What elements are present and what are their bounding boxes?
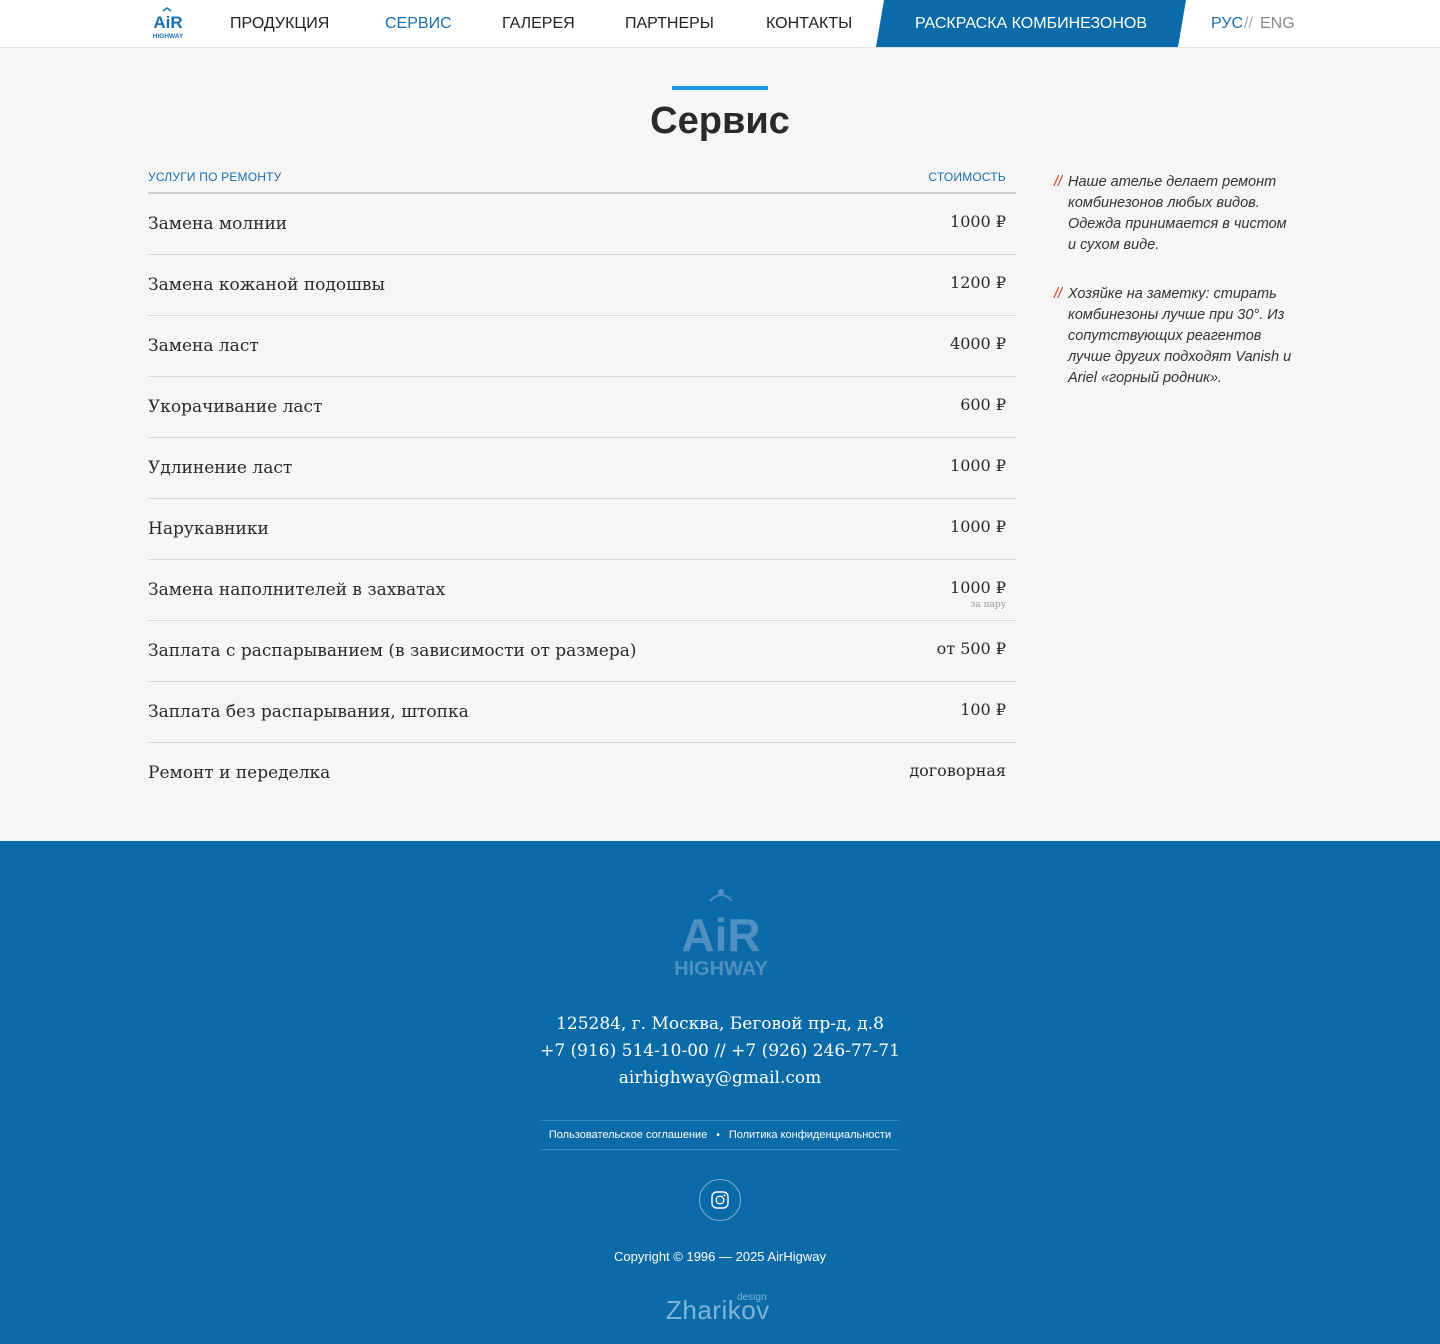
service-name: Нарукавники [148,519,269,539]
service-price: от 500 ₽ [936,639,1006,658]
service-price: договорная [909,761,1006,780]
side-note-text: Хозяйке на заметку: стирать комбинезоны … [1068,286,1292,386]
instagram-icon [711,1191,729,1209]
nav-suit-painting[interactable]: РАСКРАСКА КОМБИНЕЗОНОВ [876,0,1186,47]
footer-email[interactable]: airhighway@gmail.com [0,1068,1440,1088]
service-price: 1000 ₽ [950,517,1006,536]
designer-sup: design [737,1292,767,1303]
lang-en[interactable]: ENG [1260,0,1295,47]
service-name: Удлинение ласт [148,458,293,478]
footer-logo-bottom: HIGHWAY [674,958,768,980]
service-price: 4000 ₽ [950,334,1006,353]
service-name: Ремонт и переделка [148,763,331,783]
nav-contacts[interactable]: КОНТАКТЫ [766,0,852,47]
logo-icon[interactable]: AiR HIGHWAY [148,6,188,42]
side-note-washing: // Хозяйке на заметку: стирать комбинезон… [1054,284,1294,389]
services-table: Замена молнии 1000 ₽ Замена кожаной подо… [148,194,1016,804]
footer-logo-top: AiR [681,909,760,961]
nav-service[interactable]: СЕРВИС [385,0,452,47]
service-name: Замена наполнителей в захватах [148,580,446,600]
copyright: Copyright © 1996 — 2025 AirHigway [614,1249,826,1264]
privacy-link[interactable]: Политика конфиденциальности [729,1129,891,1141]
terms-link[interactable]: Пользовательское соглашение [549,1129,707,1141]
note-mark: // [1054,286,1063,302]
nav-partners[interactable]: ПАРТНЕРЫ [625,0,714,47]
table-row: Ремонт и переделка договорная [148,743,1016,804]
service-price: 1000 ₽ [950,578,1006,597]
note-mark: // [1054,174,1063,190]
service-price: 1000 ₽ [950,212,1006,231]
table-row: Укорачивание ласт 600 ₽ [148,377,1016,438]
link-separator: • [716,1130,720,1141]
logo-top-text: AiR [153,13,182,32]
table-row: Заплата без распарывания, штопка 100 ₽ [148,682,1016,743]
site-header: AiR HIGHWAY ПРОДУКЦИЯ СЕРВИС ГАЛЕРЕЯ ПАР… [0,0,1440,48]
service-name: Замена кожаной подошвы [148,275,385,295]
logo-bottom-text: HIGHWAY [153,33,184,40]
table-row: Замена наполнителей в захватах 1000 ₽ за… [148,560,1016,621]
service-name: Укорачивание ласт [148,397,323,417]
lang-ru[interactable]: РУС [1211,0,1243,47]
title-accent-bar [672,86,768,90]
service-price: 1000 ₽ [950,456,1006,475]
site-footer: AiR HIGHWAY 125284, г. Москва, Беговой п… [0,841,1440,1344]
service-name: Заплата с распарыванием (в зависимости о… [148,641,637,661]
lang-separator: // [1244,15,1253,32]
footer-legal-links: Пользовательское соглашение • Политика кон… [541,1120,899,1150]
table-row: Заплата с распарыванием (в зависимости о… [148,621,1016,682]
service-price: 1200 ₽ [950,273,1006,292]
column-header-services: УСЛУГИ ПО РЕМОНТУ [148,170,282,184]
table-row: Удлинение ласт 1000 ₽ [148,438,1016,499]
nav-products[interactable]: ПРОДУКЦИЯ [230,0,329,47]
table-row: Нарукавники 1000 ₽ [148,499,1016,560]
footer-phones[interactable]: +7 (916) 514-10-00 // +7 (926) 246-77-71 [0,1041,1440,1061]
service-name: Заплата без распарывания, штопка [148,702,469,722]
nav-suit-painting-label: РАСКРАСКА КОМБИНЕЗОНОВ [914,15,1148,32]
designer-credit[interactable]: Zharikov design [666,1289,776,1329]
footer-address: 125284, г. Москва, Беговой пр-д, д.8 [556,1014,884,1034]
table-row: Замена кожаной подошвы 1200 ₽ [148,255,1016,316]
service-price: 100 ₽ [960,700,1006,719]
service-name: Замена ласт [148,336,259,356]
table-row: Замена ласт 4000 ₽ [148,316,1016,377]
page-title: Сервис [650,100,790,142]
column-header-price: СТОИМОСТЬ [928,170,1006,184]
table-row: Замена молнии 1000 ₽ [148,194,1016,255]
service-price-note: за пару [970,600,1006,610]
service-name: Замена молнии [148,214,288,234]
nav-gallery[interactable]: ГАЛЕРЕЯ [502,0,575,47]
side-note-text: Наше ателье делает ремонт комбинезонов л… [1068,174,1287,253]
side-note-atelier: // Наше ателье делает ремонт комбинезонов… [1054,172,1294,256]
service-price: 600 ₽ [960,395,1006,414]
footer-logo-icon: AiR HIGHWAY [668,887,774,981]
instagram-button[interactable] [699,1179,741,1221]
